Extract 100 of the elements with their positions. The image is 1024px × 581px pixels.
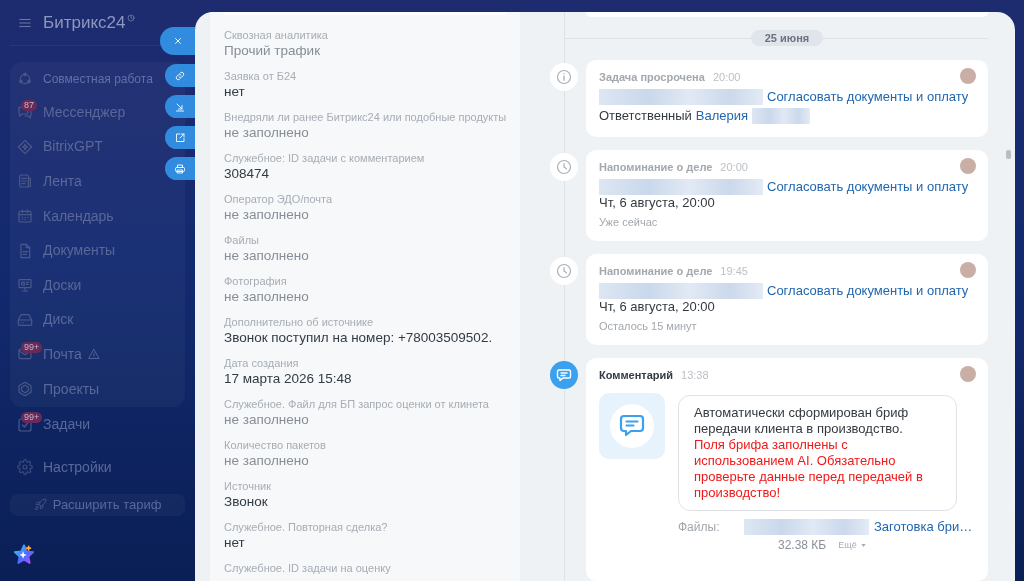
field-label: Внедряли ли ранее Битрикс24 или подобные продукты [224, 110, 507, 124]
comment-text: Автоматически сформирован бриф передачи клиента в производство. [694, 405, 910, 437]
entry-title: Задача просрочена [599, 70, 705, 84]
field-label: Количество пакетов [224, 438, 326, 452]
avatar [960, 68, 976, 84]
field-label: Файлы [224, 233, 259, 247]
newspaper-icon [17, 173, 33, 190]
deadline-text: Чт, 6 августа, 20:00 [599, 195, 715, 211]
date-label: 25 июня [750, 30, 824, 46]
field-label: Служебное. Повторная сделка? [224, 520, 388, 534]
field-value: Звонок [224, 493, 268, 511]
sparkle-star-icon[interactable] [13, 543, 35, 566]
logo-text[interactable]: Битрикс24 [43, 14, 126, 31]
field-label: Дата создания [224, 356, 299, 370]
avatar [960, 158, 976, 174]
hard-drive-icon [17, 311, 33, 328]
field-label: Служебное. ID задачи на оценку [224, 561, 391, 575]
more-button[interactable]: Ещё [838, 539, 867, 551]
field-value: 17 марта 2026 15:48 [224, 370, 352, 388]
field-label: Служебное: ID задачи с комментарием [224, 151, 425, 165]
entry-title: Напоминание о деле [599, 264, 713, 278]
task-link[interactable]: Согласовать документы и оплату [767, 88, 969, 106]
count-badge: 99+ [21, 342, 43, 354]
gear-icon [17, 459, 33, 476]
upgrade-button[interactable]: Расширить тариф [10, 493, 185, 516]
rocket-icon [33, 498, 47, 512]
chat-icon [550, 361, 578, 389]
field-value: не заполнено [224, 288, 309, 306]
open-window-button[interactable] [165, 126, 195, 149]
field-label: Дополнительно об источнике [224, 315, 374, 329]
board-icon [17, 277, 33, 294]
field-value: не заполнено [224, 452, 309, 470]
field-value: не заполнено [224, 206, 309, 224]
field-value: не заполнено [224, 247, 309, 265]
file-size: 32.38 КБ [778, 537, 827, 554]
info-icon [550, 63, 578, 91]
field-label: Источник [224, 479, 271, 493]
menu-item[interactable]: Документы [10, 233, 158, 268]
chat-icon [17, 104, 33, 121]
deadline-text: Чт, 6 августа, 20:00 [599, 299, 715, 315]
entry-time: 13:38 [681, 368, 709, 382]
blurred-text [752, 108, 811, 124]
field-value: не заполнено [224, 411, 309, 429]
count-badge: 99+ [21, 412, 43, 424]
field-value: не заполнено [224, 124, 309, 142]
caret-icon [859, 541, 867, 549]
menu-item[interactable]: 99+ Почта [10, 337, 158, 372]
warning-text: Поля брифа заполнены с использованием AI. Обязательно проверьте данные перед передачей в производство! [694, 437, 924, 501]
field-label: Заявка от Б24 [224, 69, 297, 83]
avatar [960, 262, 976, 278]
files-label: Файлы: [678, 519, 721, 536]
task-link[interactable]: Согласовать документы и оплату [767, 283, 969, 299]
close-button[interactable] [160, 27, 195, 55]
external-link-icon [174, 131, 186, 144]
sparkle-diamond-icon [17, 138, 33, 155]
entry-title: Комментарий [599, 368, 674, 382]
printer-icon [174, 162, 186, 175]
scrollbar-thumb[interactable] [1006, 150, 1011, 159]
chat-bubble-icon [599, 393, 665, 459]
menu-item[interactable]: Диск [10, 302, 158, 338]
field-value: нет [224, 534, 245, 552]
document-icon [17, 242, 33, 259]
field-label: Оператор ЭДО/почта [224, 192, 333, 206]
link-icon [174, 69, 186, 82]
print-button[interactable] [165, 157, 195, 180]
menu-item[interactable]: 99+ Задачи [10, 407, 158, 442]
section-title[interactable]: Совместная работа [10, 62, 155, 95]
entry-time: 19:45 [720, 264, 748, 278]
responsible-label: Ответственный [599, 107, 692, 125]
entry-title: Напоминание о деле [599, 160, 713, 174]
entry-time: 20:00 [712, 70, 741, 84]
file-link[interactable]: Заготовка бри… [874, 518, 973, 536]
circle-nodes-icon [17, 70, 33, 87]
field-value: 308474 [224, 165, 270, 183]
entry-note: Уже сейчас [599, 215, 658, 229]
menu-item[interactable]: Лента [10, 164, 158, 199]
clock-icon [550, 257, 578, 285]
menu-item[interactable]: BitrixGPT [10, 129, 158, 165]
field-label: Служебное. Файл для БП запрос оценки от клинета [224, 397, 489, 411]
menu-item[interactable]: Доски [10, 267, 158, 303]
field-value: Звонок поступил на номер: +78003509502. [224, 329, 493, 347]
menu-item[interactable]: 87 Мессенджер [10, 95, 158, 130]
menu-item[interactable]: Проекты [10, 371, 158, 407]
responsible-link[interactable]: Валерия [695, 107, 749, 125]
count-badge: 87 [21, 100, 37, 111]
avatar [960, 366, 976, 382]
arrow-button[interactable] [165, 95, 195, 118]
entry-time: 20:00 [720, 160, 748, 174]
menu-item[interactable]: Календарь [10, 198, 158, 234]
field-value: нет [224, 83, 245, 101]
clock-icon [127, 14, 136, 22]
field-label: Сквозная аналитика [224, 28, 328, 42]
hexagon-icon [17, 381, 33, 398]
entry-note: Осталось 15 минут [599, 319, 697, 333]
menu-item[interactable]: Настройки [10, 449, 158, 485]
clock-icon [550, 153, 578, 181]
task-link[interactable]: Согласовать документы и оплату [767, 179, 969, 195]
field-label: Фотография [224, 274, 287, 288]
link-button[interactable] [165, 64, 195, 87]
calendar-icon [17, 208, 33, 225]
